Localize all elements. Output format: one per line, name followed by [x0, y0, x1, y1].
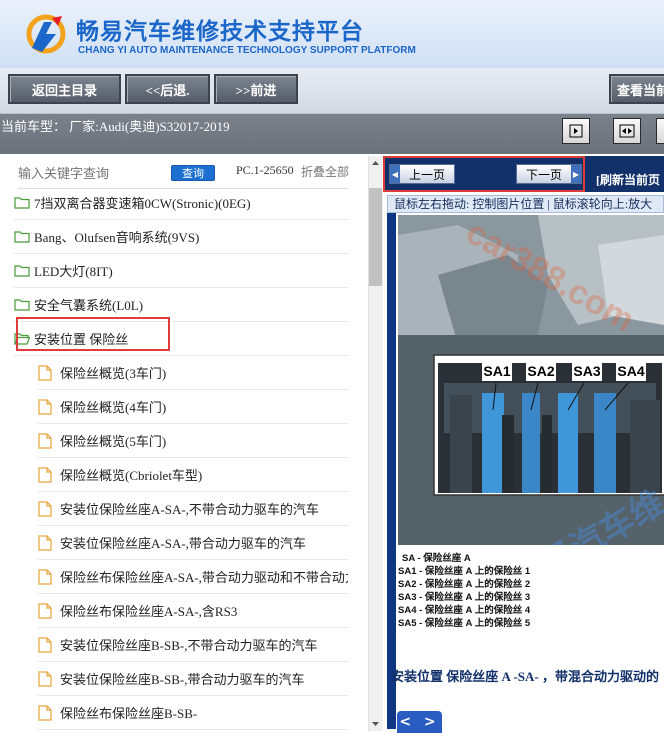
- scroll-up-icon[interactable]: [368, 156, 383, 171]
- legend-item: SA4 - 保险丝座 A 上的保险丝 4: [398, 605, 531, 616]
- pc-code-label: PC.1-25650: [236, 163, 294, 177]
- tree-document-label: 安装位保险丝座A-SA-,不带合动力驱车的汽车: [60, 502, 319, 517]
- tree-folder-label: 安全气囊系统(L0L): [34, 298, 144, 313]
- document-icon: [38, 466, 52, 483]
- tree-folder-label: Bang、Olufsen音响系统(9VS): [34, 230, 200, 245]
- app-header: 畅易汽车维修技术支持平台 CHANG YI AUTO MAINTENANCE T…: [0, 0, 664, 68]
- keyword-search-input[interactable]: [18, 164, 166, 184]
- document-icon: [38, 636, 52, 653]
- tree-folder[interactable]: 7挡双离合器变速箱0CW(Stronic)(0EG): [14, 186, 348, 220]
- document-icon: [38, 704, 52, 721]
- slot-label-sa3: SA3: [573, 363, 600, 379]
- fuse-box-photo[interactable]: SA1 SA2 SA3 SA4 car388.com 畅易汽车维: [398, 215, 664, 545]
- tree-document[interactable]: 保险丝布保险丝座A-SA-,含RS3: [38, 594, 348, 628]
- tree-document-label: 安装位保险丝座B-SB-,带合动力驱车的汽车: [60, 672, 305, 687]
- tree-document[interactable]: 保险丝概览(Cbriolet车型): [38, 458, 348, 492]
- tree-folder-label: 7挡双离合器变速箱0CW(Stronic)(0EG): [34, 196, 251, 211]
- folder-icon: [14, 299, 30, 311]
- folder-icon: [14, 231, 30, 243]
- legend-item: SA5 - 保险丝座 A 上的保险丝 5: [398, 618, 531, 629]
- slot-label-sa4: SA4: [617, 363, 644, 379]
- view-current-button[interactable]: 查看当前: [609, 74, 664, 104]
- tree-folder[interactable]: LED大灯(8IT): [14, 254, 348, 288]
- single-pane-button[interactable]: [562, 118, 590, 144]
- tree-document[interactable]: 保险丝概览(5车门): [38, 424, 348, 458]
- tree-document-label: 安装位保险丝座B-SB-,不带合动力驱车的汽车: [60, 638, 318, 653]
- tree-document[interactable]: 保险丝布保险丝座B-SB-: [38, 696, 348, 730]
- scroll-thumb[interactable]: [369, 188, 382, 286]
- document-icon: [38, 568, 52, 585]
- search-button[interactable]: 查询: [171, 165, 215, 181]
- folder-icon: [14, 265, 30, 277]
- tree-folder-label: LED大灯(8IT): [34, 264, 113, 279]
- figure-caption: 安装位置 保险丝座 A -SA- ，带混合动力驱动的: [391, 669, 659, 684]
- tree-document-label: 保险丝概览(4车门): [60, 400, 167, 415]
- fuse-legend: SA - 保险丝座 A SA1 - 保险丝座 A 上的保险丝 1 SA2 - 保…: [398, 552, 664, 630]
- legend-item: SA3 - 保险丝座 A 上的保险丝 3: [398, 592, 531, 603]
- tree-document[interactable]: 安装位保险丝座B-SB-,不带合动力驱车的汽车: [38, 628, 348, 662]
- tree-folder[interactable]: Bang、Olufsen音响系统(9VS): [14, 220, 348, 254]
- document-icon: [38, 432, 52, 449]
- slot-label-sa2: SA2: [527, 363, 554, 379]
- tree-document-label: 保险丝概览(3车门): [60, 366, 167, 381]
- tree-document-label: 保险丝布保险丝座B-SB-: [60, 706, 198, 721]
- tree-document[interactable]: 保险丝概览(3车门): [38, 356, 348, 390]
- tree-document[interactable]: 安装位保险丝座A-SA-,不带合动力驱车的汽车: [38, 492, 348, 526]
- document-icon: [38, 364, 52, 381]
- image-nav-button[interactable]: < >: [397, 711, 442, 733]
- legend-item: SA - 保险丝座 A: [402, 553, 471, 564]
- viewer-hint: 鼠标左右拖动: 控制图片位置 | 鼠标滚轮向上:放大: [387, 195, 664, 213]
- tree-document[interactable]: 安装位保险丝座A-SA-,带合动力驱车的汽车: [38, 526, 348, 560]
- arrow-right-icon: [569, 124, 583, 138]
- split-arrows-icon: [619, 124, 635, 138]
- back-button[interactable]: <<后退.: [125, 74, 210, 104]
- tree-document-label: 保险丝布保险丝座A-SA-,带合动力驱动和不带合动力驱: [60, 570, 348, 585]
- tree-document[interactable]: 保险丝布保险丝座A-SA-,带合动力驱动和不带合动力驱: [38, 560, 348, 594]
- legend-item: SA1 - 保险丝座 A 上的保险丝 1: [398, 566, 531, 577]
- site-title: 畅易汽车维修技术支持平台: [76, 19, 364, 45]
- tree-document-label: 保险丝概览(Cbriolet车型): [60, 468, 203, 483]
- pager-highlight: [383, 156, 585, 192]
- current-model-label: 当前车型： 厂家:Audi(奥迪)S32017-2019: [1, 119, 230, 134]
- legend-item: SA2 - 保险丝座 A 上的保险丝 2: [398, 579, 531, 590]
- viewer-side-bar: [387, 213, 396, 729]
- document-icon: [38, 500, 52, 517]
- tree-document-label: 保险丝布保险丝座A-SA-,含RS3: [60, 604, 238, 619]
- document-icon: [38, 602, 52, 619]
- engine-bay-image: SA1 SA2 SA3 SA4 car388.com 畅易汽车维: [398, 215, 664, 545]
- logo-icon: [26, 14, 66, 54]
- tree-document-label: 保险丝概览(5车门): [60, 434, 167, 449]
- scroll-down-icon[interactable]: [368, 716, 383, 731]
- site-subtitle: CHANG YI AUTO MAINTENANCE TECHNOLOGY SUP…: [78, 45, 416, 56]
- document-icon: [38, 670, 52, 687]
- document-icon: [38, 398, 52, 415]
- tree-document[interactable]: 保险丝概览(4车门): [38, 390, 348, 424]
- home-button[interactable]: 返回主目录: [8, 74, 121, 104]
- selection-highlight: [16, 317, 170, 351]
- tree-document[interactable]: 安装位保险丝座B-SB-,带合动力驱车的汽车: [38, 662, 348, 696]
- document-icon: [38, 534, 52, 551]
- expand-pane-button[interactable]: [656, 118, 664, 144]
- slot-label-sa1: SA1: [483, 363, 510, 379]
- refresh-page-link[interactable]: [刷新当前页: [596, 171, 660, 188]
- folder-icon: [14, 197, 30, 209]
- split-pane-button[interactable]: [613, 118, 641, 144]
- collapse-all-link[interactable]: 折叠全部: [301, 163, 349, 180]
- tree-document-label: 安装位保险丝座A-SA-,带合动力驱车的汽车: [60, 536, 306, 551]
- forward-button[interactable]: >>前进: [214, 74, 298, 104]
